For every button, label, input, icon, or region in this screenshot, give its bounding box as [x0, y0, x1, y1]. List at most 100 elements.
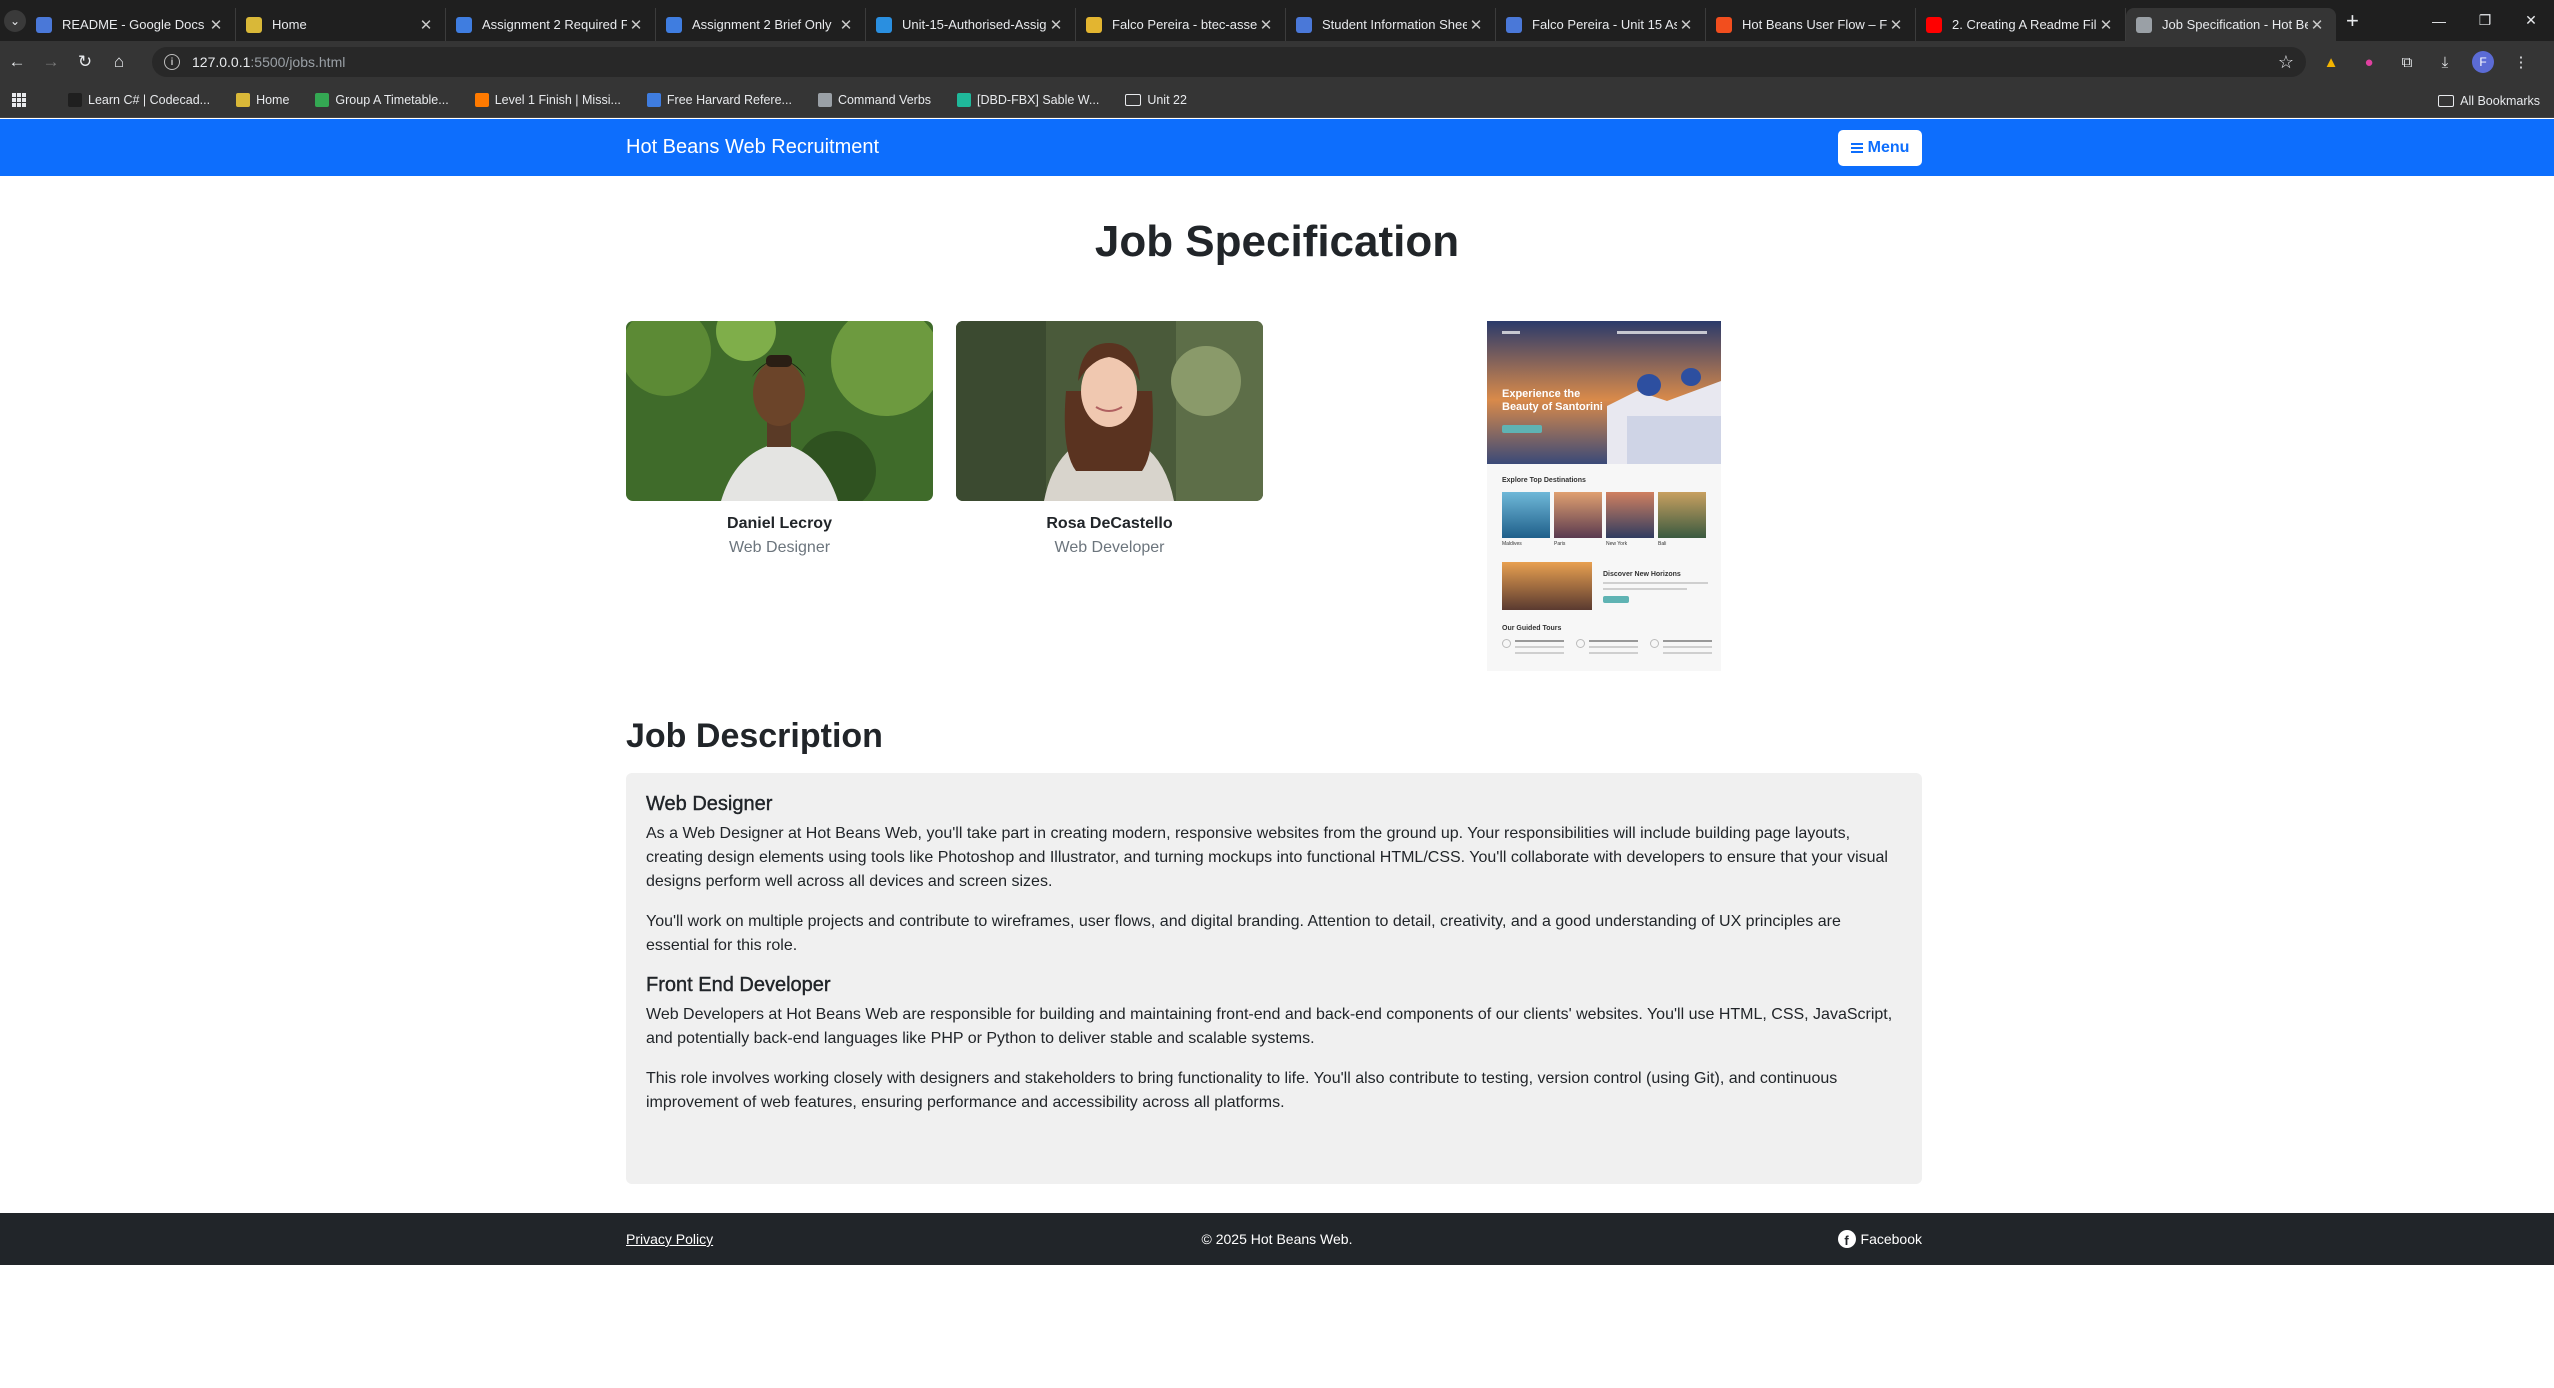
- tab-title: Job Specification - Hot Be: [2162, 17, 2308, 32]
- browser-tab[interactable]: Falco Pereira - btec-asses ✕: [1076, 8, 1286, 41]
- browser-tab[interactable]: Assignment 2 Brief Only ✕: [656, 8, 866, 41]
- extension-pink-icon[interactable]: ●: [2358, 51, 2380, 73]
- close-tab-icon[interactable]: ✕: [1467, 16, 1485, 34]
- bookmark-item[interactable]: Level 1 Finish | Missi...: [474, 93, 621, 107]
- globe-icon: [2136, 16, 2152, 33]
- all-bookmarks-label: All Bookmarks: [2460, 93, 2540, 108]
- tab-title: Unit-15-Authorised-Assig: [902, 17, 1047, 32]
- restore-icon[interactable]: ❐: [2462, 0, 2508, 41]
- mockup-tours: [1502, 639, 1712, 665]
- menu-label: Menu: [1867, 139, 1910, 156]
- close-tab-icon[interactable]: ✕: [207, 16, 225, 34]
- doc-icon: [1506, 16, 1522, 33]
- bookmark-item[interactable]: Home: [236, 93, 289, 107]
- browser-tab[interactable]: Assignment 2 Required Fi ✕: [446, 8, 656, 41]
- extensions-puzzle-icon[interactable]: ⧉: [2396, 51, 2418, 73]
- close-tab-icon[interactable]: ✕: [1677, 16, 1695, 34]
- tab-search-chevron-icon[interactable]: ⌄: [4, 9, 26, 32]
- website-mockup-image: Experience the Beauty of Santorini Explo…: [1487, 321, 1721, 671]
- home-icon: [246, 16, 262, 33]
- all-bookmarks-button[interactable]: All Bookmarks: [2438, 83, 2540, 118]
- browser-tab[interactable]: Hot Beans User Flow – Fig ✕: [1706, 8, 1916, 41]
- team-member-role: Web Developer: [1054, 539, 1165, 556]
- address-bar[interactable]: i 127.0.0.1:5500/jobs.html ☆: [152, 47, 2306, 77]
- privacy-policy-link[interactable]: Privacy Policy: [626, 1213, 713, 1265]
- forward-arrow-icon[interactable]: →: [34, 52, 68, 72]
- mockup-nav: [1502, 331, 1707, 335]
- browser-tab[interactable]: Falco Pereira - Unit 15 As ✕: [1496, 8, 1706, 41]
- bookmark-item[interactable]: Learn C# | Codecad...: [68, 93, 210, 107]
- bookmark-label: Learn C# | Codecad...: [88, 93, 211, 107]
- drive-extension-icon[interactable]: ▲: [2320, 51, 2342, 73]
- bookmark-label: Home: [256, 93, 290, 107]
- close-window-icon[interactable]: ✕: [2508, 0, 2554, 41]
- doc-icon: [1296, 16, 1312, 33]
- url-host: 127.0.0.1: [192, 54, 251, 70]
- bookmark-label: Group A Timetable...: [335, 93, 449, 107]
- toolbar-actions: ▲ ● ⧉ ⤓ F ⋮: [2320, 51, 2532, 73]
- page-title: Job Specification: [1094, 217, 1460, 266]
- bookmark-favicon-icon: [315, 93, 330, 107]
- bookmark-favicon-icon: [646, 93, 661, 107]
- mockup-discover-text: Discover New Horizons: [1603, 571, 1708, 603]
- facebook-link[interactable]: f Facebook: [1837, 1213, 1922, 1265]
- bookmark-item[interactable]: Free Harvard Refere...: [646, 93, 792, 107]
- close-tab-icon[interactable]: ✕: [1047, 16, 1065, 34]
- browser-tab[interactable]: Student Information Shee ✕: [1286, 8, 1496, 41]
- tab-title: Falco Pereira - btec-asses: [1112, 17, 1257, 32]
- tab-title: Assignment 2 Brief Only: [692, 17, 832, 32]
- bookmarks-bar: Learn C# | Codecad... Home Group A Timetab…: [0, 83, 2554, 118]
- close-tab-icon[interactable]: ✕: [1887, 16, 1905, 34]
- apps-grid-icon[interactable]: [12, 93, 26, 107]
- new-tab-plus-icon[interactable]: +: [2346, 8, 2359, 34]
- tab-title: Student Information Shee: [1322, 17, 1467, 32]
- role-title: Front End Developer: [646, 974, 831, 996]
- bookmark-item[interactable]: Unit 22: [1125, 93, 1187, 107]
- tab-title: README - Google Docs: [62, 17, 205, 32]
- tab-title: Falco Pereira - Unit 15 As: [1532, 17, 1677, 32]
- bookmark-item[interactable]: Command Verbs: [817, 93, 931, 107]
- bookmark-item[interactable]: Group A Timetable...: [315, 93, 449, 107]
- bookmark-item[interactable]: [DBD-FBX] Sable W...: [957, 93, 1099, 107]
- browser-tab[interactable]: README - Google Docs ✕: [26, 8, 236, 41]
- bookmark-label: Free Harvard Refere...: [666, 93, 792, 107]
- close-tab-icon[interactable]: ✕: [627, 16, 645, 34]
- close-tab-icon[interactable]: ✕: [2097, 16, 2115, 34]
- site-navbar: Hot Beans Web Recruitment Menu: [0, 119, 2554, 176]
- site-info-icon[interactable]: i: [164, 54, 180, 70]
- facebook-icon: f: [1837, 1230, 1856, 1248]
- mockup-tours-heading: Our Guided Tours: [1502, 625, 1562, 632]
- site-footer: © 2025 Hot Beans Web. Privacy Policy f F…: [0, 1213, 2554, 1265]
- browser-tab[interactable]: Unit-15-Authorised-Assig ✕: [866, 8, 1076, 41]
- download-icon[interactable]: ⤓: [2434, 51, 2456, 73]
- hamburger-icon: [1850, 143, 1863, 153]
- drive-icon: [876, 16, 892, 33]
- close-tab-icon[interactable]: ✕: [417, 16, 435, 34]
- role-paragraph: You'll work on multiple projects and con…: [646, 913, 1841, 954]
- browser-tab[interactable]: Job Specification - Hot Be ✕: [2126, 8, 2336, 41]
- folder-icon: [2438, 94, 2455, 107]
- menu-button[interactable]: Menu: [1838, 130, 1922, 166]
- folder-icon: [1125, 94, 1142, 106]
- profile-avatar[interactable]: F: [2472, 51, 2494, 73]
- reload-icon[interactable]: ↻: [68, 52, 102, 72]
- bookmark-label: Level 1 Finish | Missi...: [494, 93, 621, 107]
- web-page: Hot Beans Web Recruitment Menu Job Speci…: [0, 119, 2554, 1388]
- close-tab-icon[interactable]: ✕: [1257, 16, 1275, 34]
- close-tab-icon[interactable]: ✕: [837, 16, 855, 34]
- mockup-hero: Experience the Beauty of Santorini: [1487, 321, 1721, 464]
- more-menu-icon[interactable]: ⋮: [2510, 51, 2532, 73]
- bookmark-star-icon[interactable]: ☆: [2278, 52, 2294, 73]
- minimize-icon[interactable]: —: [2416, 0, 2462, 41]
- doc-icon: [36, 16, 52, 33]
- browser-tab[interactable]: Home ✕: [236, 8, 446, 41]
- back-arrow-icon[interactable]: ←: [0, 52, 34, 72]
- home-icon[interactable]: ⌂: [102, 52, 136, 72]
- browser-tab-strip: ⌄ README - Google Docs ✕ Home ✕ Assignment 2…: [0, 0, 2554, 41]
- team-member-card: Daniel Lecroy Web Designer: [626, 321, 933, 557]
- tab-title: Hot Beans User Flow – Fig: [1742, 17, 1887, 32]
- role-paragraph: This role involves working closely with …: [646, 1070, 1838, 1111]
- site-brand[interactable]: Hot Beans Web Recruitment: [626, 119, 879, 176]
- browser-tab[interactable]: 2. Creating A Readme File ✕: [1916, 8, 2126, 41]
- close-tab-icon[interactable]: ✕: [2308, 16, 2326, 34]
